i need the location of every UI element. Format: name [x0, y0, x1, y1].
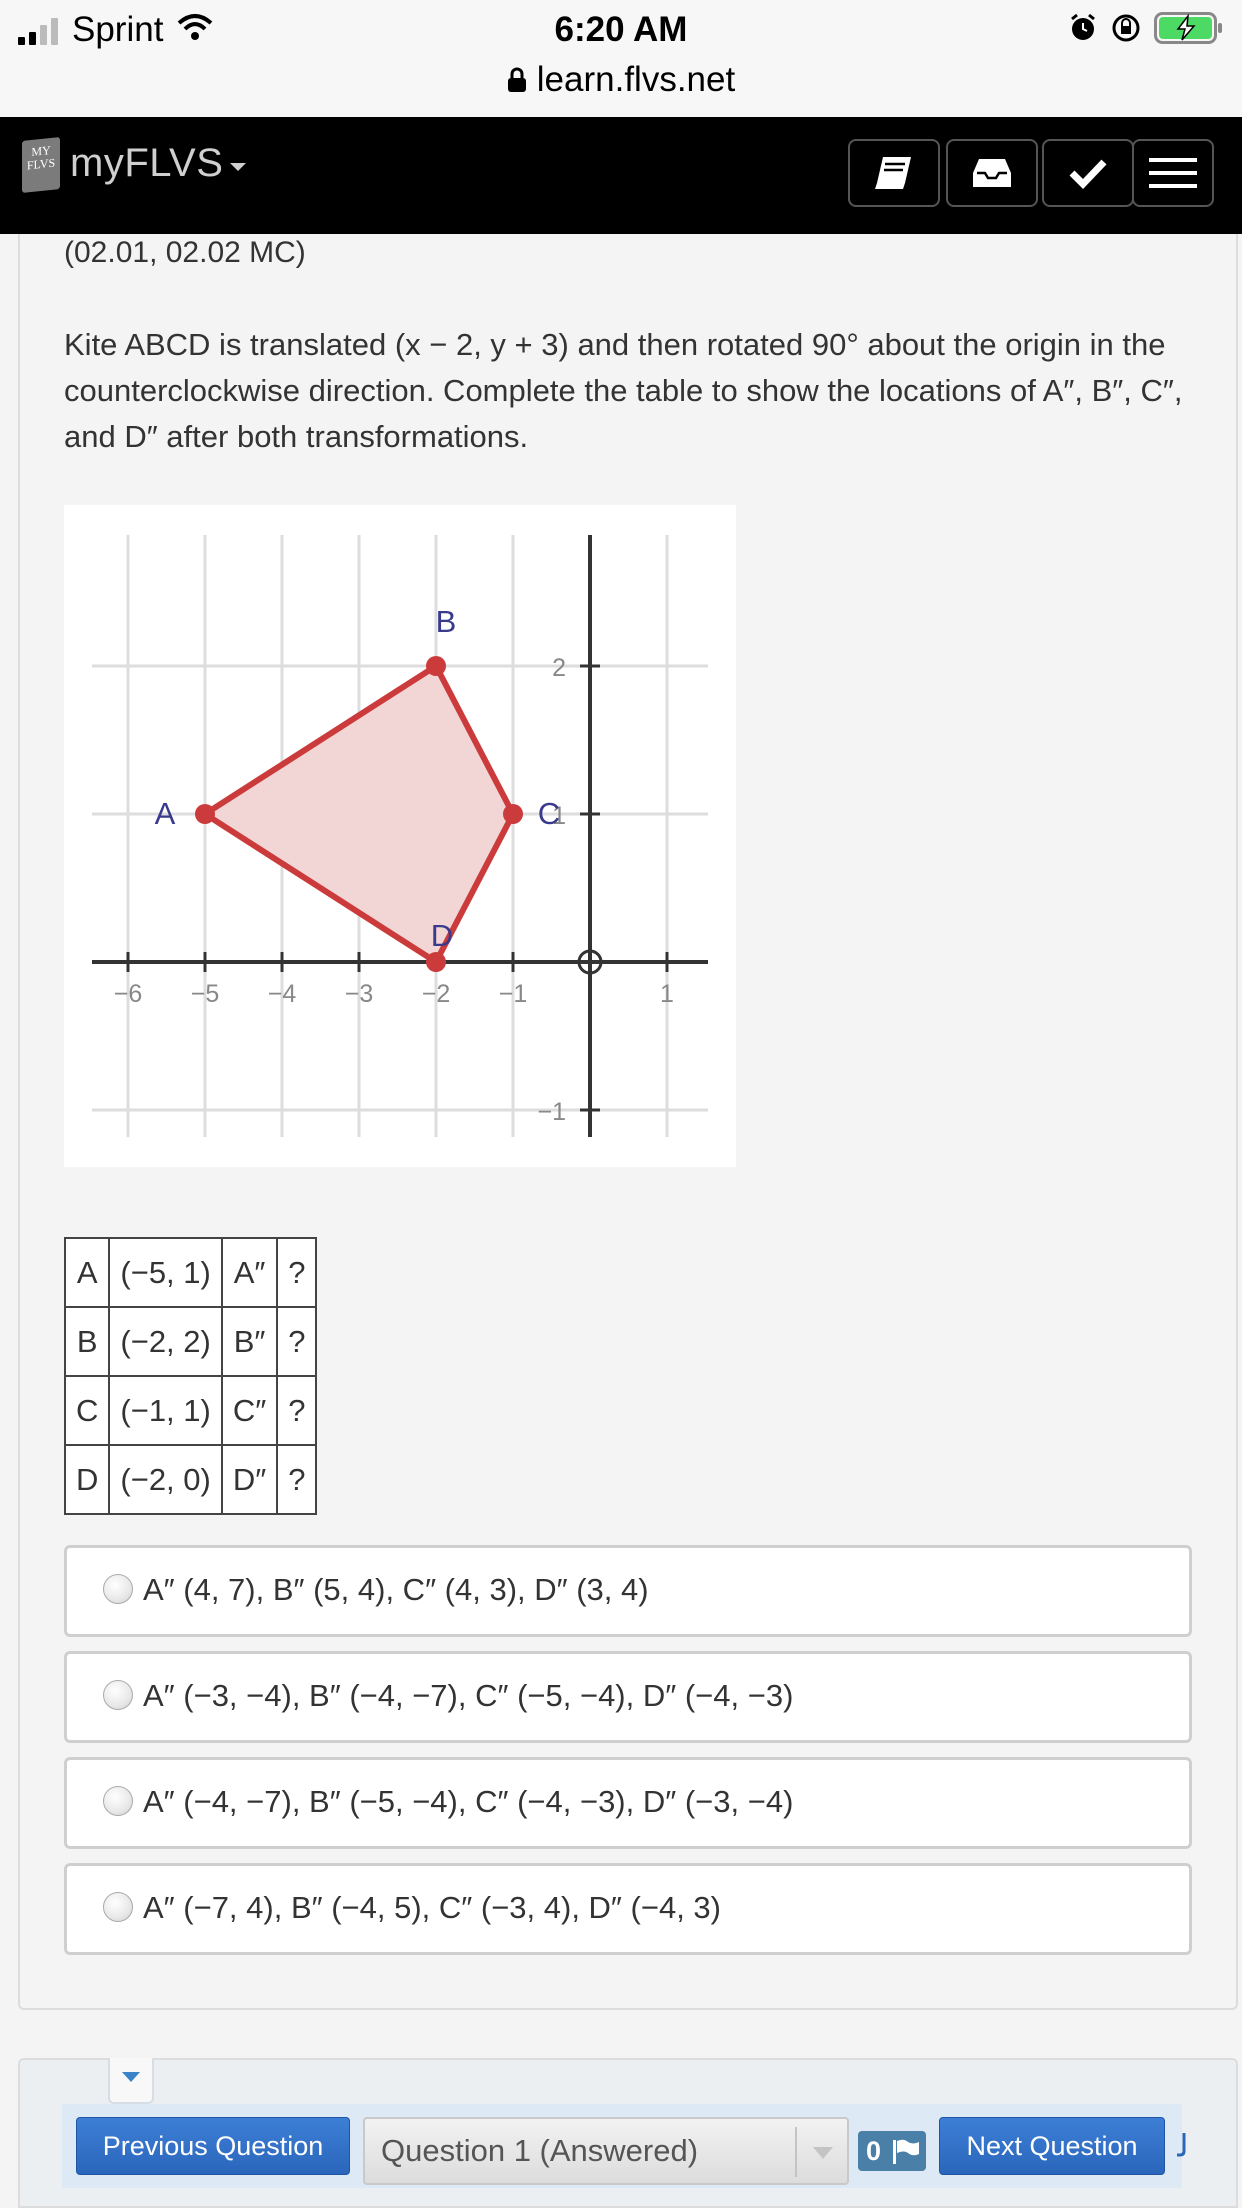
question-prompt: Kite ABCD is translated (x − 2, y + 3) a… — [64, 327, 1183, 454]
y-tick-label: −1 — [537, 1098, 566, 1126]
vertex-point — [426, 656, 446, 676]
table-cell: ? — [276, 1306, 318, 1377]
answer-choice[interactable]: A″ (−7, 4), B″ (−4, 5), C″ (−3, 4), D″ (… — [64, 1863, 1192, 1955]
vertex-label: D — [431, 918, 453, 953]
alarm-icon — [1068, 13, 1098, 48]
table-cell: ? — [276, 1444, 318, 1515]
points-table: A (−5, 1) A″? B (−2, 2) B″? C (−1, 1) C″? D (−2, 0… — [63, 1237, 318, 1515]
radio-button[interactable] — [103, 1680, 133, 1710]
table-cell: B — [63, 1306, 111, 1377]
vertex-label: C — [538, 796, 560, 831]
vertex-label: B — [436, 604, 457, 639]
radio-button[interactable] — [103, 1786, 133, 1816]
answer-choice[interactable]: A″ (−4, −7), B″ (−5, −4), C″ (−4, −3), D… — [64, 1757, 1192, 1849]
app-header: MY FLVS myFLVS — [0, 117, 1242, 234]
menu-button[interactable] — [1132, 139, 1214, 207]
x-tick-label: −5 — [191, 980, 220, 1008]
table-cell: A″ — [220, 1237, 279, 1308]
previous-question-button[interactable]: Previous Question — [76, 2117, 350, 2175]
answer-choice-label: A″ (4, 7), B″ (5, 4), C″ (4, 3), D″ (3, … — [143, 1572, 649, 1607]
caret-down-icon — [122, 2072, 140, 2082]
x-tick-label: −6 — [114, 980, 143, 1008]
vertex-label: A — [155, 796, 176, 831]
next-question-button[interactable]: Next Question — [939, 2117, 1165, 2175]
table-cell: C — [63, 1375, 111, 1446]
x-tick-label: −4 — [268, 980, 297, 1008]
table-cell: B″ — [220, 1306, 279, 1377]
radio-button[interactable] — [103, 1574, 133, 1604]
vertex-point — [503, 804, 523, 824]
table-cell: (−2, 2) — [108, 1306, 223, 1377]
kite-graph: −6 −5 −4 −3 −2 −1 1 2 1 −1 A B C D — [64, 505, 736, 1167]
flag-icon — [893, 2139, 919, 2164]
answer-choice-label: A″ (−7, 4), B″ (−4, 5), C″ (−3, 4), D″ (… — [143, 1890, 721, 1925]
flvs-logo: MY FLVS — [22, 137, 60, 193]
lock-icon — [507, 58, 527, 106]
clock: 6:20 AM — [554, 10, 688, 49]
url-text: learn.flvs.net — [536, 60, 736, 99]
question-select[interactable]: Question 1 (Answered) — [363, 2117, 849, 2185]
select-divider — [795, 2127, 797, 2177]
answer-choice[interactable]: A″ (−3, −4), B″ (−4, −7), C″ (−5, −4), D… — [64, 1651, 1192, 1743]
rotation-lock-icon — [1110, 12, 1142, 49]
checkmark-icon — [1069, 159, 1107, 189]
check-button[interactable] — [1042, 139, 1134, 207]
brand-menu[interactable]: myFLVS — [70, 141, 223, 186]
battery-charging-icon — [1154, 11, 1224, 49]
status-icons — [1068, 10, 1224, 50]
table-cell: D″ — [220, 1444, 279, 1515]
x-tick-label: −3 — [345, 980, 374, 1008]
answer-choice-label: A″ (−3, −4), B″ (−4, −7), C″ (−5, −4), D… — [143, 1678, 794, 1713]
question-select-value: Question 1 (Answered) — [381, 2133, 699, 2168]
table-cell: ? — [276, 1237, 318, 1308]
external-link-icon[interactable] — [1176, 2131, 1192, 2164]
vertex-point — [195, 804, 215, 824]
x-tick-label: −2 — [422, 980, 451, 1008]
x-tick-label: 1 — [660, 980, 674, 1008]
table-row: C (−1, 1) C″? — [63, 1375, 318, 1446]
table-cell: D — [63, 1444, 111, 1515]
question-code: (02.01, 02.02 MC) — [64, 236, 306, 269]
radio-button[interactable] — [103, 1892, 133, 1922]
inbox-icon — [973, 159, 1011, 187]
caret-down-icon[interactable] — [230, 163, 246, 171]
collapse-tab[interactable] — [108, 2058, 154, 2104]
table-cell: ? — [276, 1375, 318, 1446]
table-row: A (−5, 1) A″? — [63, 1237, 318, 1308]
x-tick-label: −1 — [499, 980, 528, 1008]
table-cell: C″ — [220, 1375, 279, 1446]
table-cell: (−2, 0) — [108, 1444, 223, 1515]
flag-count: 0 — [866, 2136, 882, 2166]
dropdown-arrow-icon — [813, 2147, 833, 2159]
book-icon — [875, 157, 911, 189]
book-button[interactable] — [848, 139, 940, 207]
flag-count-badge[interactable]: 0 — [858, 2131, 926, 2171]
table-row: D (−2, 0) D″? — [63, 1444, 318, 1515]
hamburger-menu-icon — [1149, 158, 1197, 188]
answer-choice-label: A″ (−4, −7), B″ (−5, −4), C″ (−4, −3), D… — [143, 1784, 794, 1819]
coordinate-plane: −6 −5 −4 −3 −2 −1 121−1ABCD — [92, 535, 708, 1137]
answer-choice[interactable]: A″ (4, 7), B″ (5, 4), C″ (4, 3), D″ (3, … — [64, 1545, 1192, 1637]
table-cell: A — [63, 1237, 111, 1308]
inbox-button[interactable] — [946, 139, 1038, 207]
y-tick-label: 2 — [552, 654, 566, 682]
vertex-point — [426, 952, 446, 972]
url-bar[interactable]: learn.flvs.net — [0, 56, 1242, 106]
ios-status-bar: Sprint 6:20 AM learn.flvs.net — [0, 0, 1242, 117]
table-cell: (−1, 1) — [108, 1375, 223, 1446]
table-cell: (−5, 1) — [108, 1237, 223, 1308]
table-row: B (−2, 2) B″? — [63, 1306, 318, 1377]
